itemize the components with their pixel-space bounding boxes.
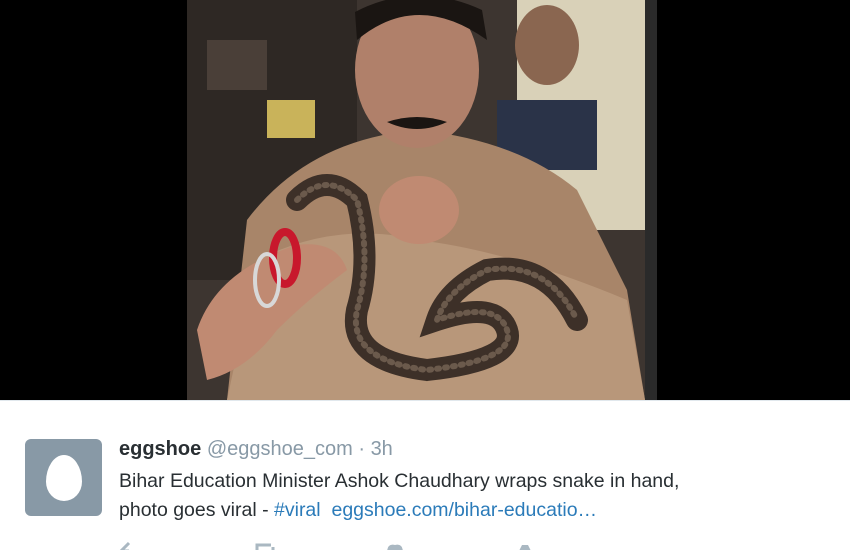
retweet-icon[interactable]	[254, 541, 276, 550]
tweet-header: eggshoe @eggshoe_com · 3h	[119, 437, 393, 461]
more-icon[interactable]	[514, 541, 536, 550]
tweet-text-line-2: photo goes viral -	[119, 499, 275, 521]
tweet-media[interactable]	[0, 0, 850, 400]
hashtag-link[interactable]: #viral	[274, 499, 321, 521]
tweet-text: Bihar Education Minister Ashok Chaudhary…	[119, 467, 819, 525]
article-link[interactable]: eggshoe.com/bihar-educatio…	[331, 499, 597, 521]
tweet-screenshot: eggshoe @eggshoe_com · 3h Bihar Educatio…	[0, 0, 850, 550]
like-icon[interactable]	[384, 541, 406, 550]
separator-dot: ·	[358, 438, 365, 460]
tweet-card[interactable]: eggshoe @eggshoe_com · 3h Bihar Educatio…	[0, 400, 850, 550]
avatar[interactable]	[25, 439, 102, 516]
tweet-photo[interactable]	[187, 0, 645, 400]
display-name[interactable]: eggshoe	[119, 438, 201, 460]
tweet-timestamp[interactable]: 3h	[371, 438, 393, 460]
reply-icon[interactable]	[119, 541, 141, 550]
tweet-actions	[119, 541, 719, 550]
photo-illustration	[187, 0, 645, 400]
media-edge	[645, 0, 657, 400]
default-egg-avatar-icon	[45, 454, 82, 501]
tweet-text-line-1: Bihar Education Minister Ashok Chaudhary…	[119, 470, 680, 492]
user-handle[interactable]: @eggshoe_com	[207, 438, 353, 460]
